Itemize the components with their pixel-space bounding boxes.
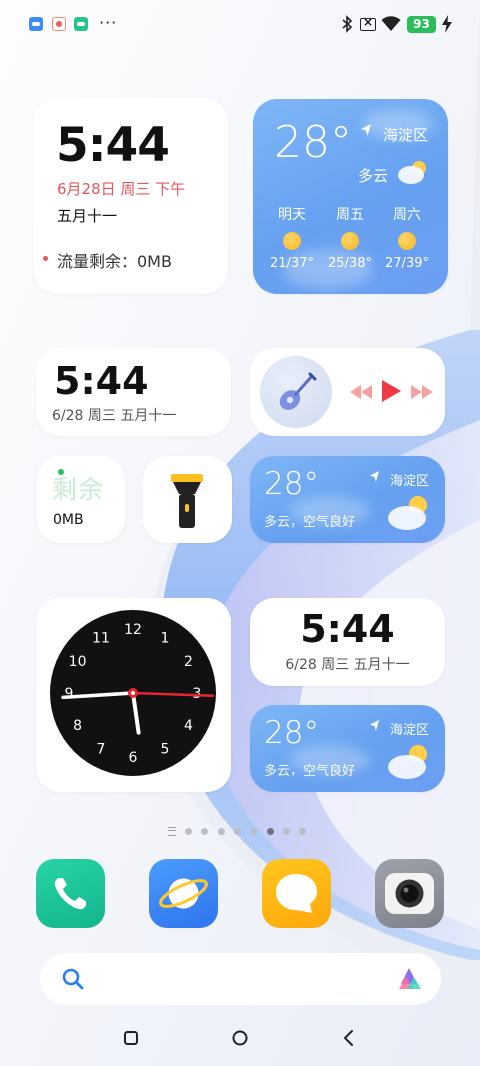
- clock-number: 11: [92, 631, 110, 647]
- clock-date: 6/28 周三 五月十一: [285, 657, 410, 673]
- location-arrow-icon: [361, 124, 371, 136]
- clock-number: 4: [184, 718, 193, 734]
- back-button[interactable]: [339, 1028, 359, 1048]
- weather-widget-small[interactable]: 28° 海淀区 多云，空气良好: [250, 456, 445, 543]
- play-icon[interactable]: [381, 380, 401, 402]
- more-notifications-icon: ···: [99, 13, 118, 32]
- sun-icon: [341, 232, 359, 250]
- weather-condition: 多云: [358, 167, 389, 185]
- page-list-icon[interactable]: [168, 827, 176, 836]
- weather-condition: 多云，空气良好: [264, 515, 356, 530]
- weather-temperature: 28°: [264, 466, 319, 502]
- clock-date: 6月28日 周三 下午: [57, 180, 186, 198]
- page-dot[interactable]: [266, 828, 274, 835]
- flashlight-icon: [171, 474, 203, 528]
- baidu-app-icon: [29, 17, 43, 31]
- next-track-icon[interactable]: [411, 385, 433, 399]
- page-dot[interactable]: [250, 828, 258, 835]
- partly-cloudy-icon: [398, 161, 426, 184]
- page-dot[interactable]: [201, 828, 209, 835]
- weather-location: 海淀区: [389, 474, 429, 489]
- page-indicator[interactable]: [168, 827, 318, 837]
- weather-widget-large[interactable]: 28° 海淀区 多云 明天 21/37° 周五 25/38° 周六 27/39°: [253, 99, 448, 294]
- music-widget[interactable]: [250, 348, 445, 436]
- clock-time: 5:44: [54, 359, 149, 403]
- data-remaining-value: 0MB: [53, 512, 84, 528]
- search-icon: [62, 968, 84, 990]
- bilibili-app-icon: [74, 17, 88, 31]
- page-dot[interactable]: [185, 828, 192, 835]
- data-usage-widget[interactable]: 剩余 0MB: [36, 456, 125, 543]
- weather-location: 海淀区: [382, 126, 428, 144]
- forecast-day-2: 周五 25/38°: [328, 207, 372, 271]
- clock-number: 8: [73, 718, 82, 734]
- clock-number: 10: [69, 654, 87, 670]
- flashlight-widget[interactable]: [143, 456, 232, 543]
- bluetooth-icon: [342, 15, 353, 33]
- partly-cloudy-icon: [388, 745, 427, 779]
- location-arrow-icon: [369, 471, 380, 482]
- sun-icon: [283, 232, 301, 250]
- location-arrow-icon: [369, 720, 380, 731]
- weibo-app-icon: [52, 17, 66, 31]
- weather-location: 海淀区: [389, 723, 429, 738]
- analog-clock-face: 121234567891011: [50, 610, 216, 776]
- analog-clock-widget[interactable]: 121234567891011: [36, 598, 231, 792]
- forecast-day-3: 周六 27/39°: [385, 207, 429, 271]
- recent-apps-button[interactable]: [121, 1028, 141, 1048]
- clock-widget-medium[interactable]: 5:44 6/28 周三 五月十一: [36, 348, 231, 436]
- wifi-icon: [381, 16, 401, 31]
- clock-date: 6/28 周三 五月十一: [52, 408, 177, 424]
- clock-number: 12: [124, 622, 142, 638]
- status-bar: ··· 93: [0, 0, 480, 50]
- clock-number: 1: [161, 631, 170, 647]
- guitar-icon: [279, 372, 317, 410]
- clock-time: 5:44: [56, 118, 170, 173]
- search-bar[interactable]: [40, 953, 441, 1005]
- sun-icon: [398, 232, 416, 250]
- weather-condition: 多云，空气良好: [264, 764, 356, 779]
- page-dot[interactable]: [282, 828, 290, 835]
- previous-track-icon[interactable]: [350, 385, 372, 399]
- clock-number: 2: [184, 654, 193, 670]
- clock-number: 5: [161, 741, 170, 757]
- data-usage-dot: [43, 256, 48, 261]
- page-dot[interactable]: [217, 828, 225, 835]
- clock-number: 9: [65, 686, 74, 702]
- album-art[interactable]: [260, 356, 332, 428]
- mute-icon: [360, 15, 376, 31]
- clock-time: 5:44: [300, 607, 395, 651]
- clock-widget-large[interactable]: 5:44 6月28日 周三 下午 五月十一 流量剩余：0MB: [33, 98, 228, 294]
- weather-temperature: 28°: [264, 715, 319, 751]
- camera-app-icon[interactable]: [375, 859, 444, 928]
- battery-icon: 93: [407, 16, 436, 33]
- clock-number: 7: [97, 741, 106, 757]
- clock-lunar-date: 五月十一: [57, 207, 118, 225]
- home-button[interactable]: [230, 1028, 250, 1048]
- search-input[interactable]: [98, 967, 378, 991]
- weather-widget-small-2[interactable]: 28° 海淀区 多云，空气良好: [250, 705, 445, 792]
- browser-app-icon[interactable]: [149, 859, 218, 928]
- navigation-bar: [0, 1008, 480, 1066]
- messages-app-icon[interactable]: [262, 859, 331, 928]
- clock-number: 6: [129, 750, 138, 766]
- ai-assistant-icon[interactable]: [395, 965, 423, 993]
- charging-icon: [442, 15, 452, 33]
- phone-app-icon[interactable]: [36, 859, 105, 928]
- page-dot[interactable]: [299, 828, 307, 835]
- partly-cloudy-icon: [388, 496, 427, 530]
- data-usage-text: 流量剩余：0MB: [57, 252, 172, 271]
- weather-temperature: 28°: [274, 117, 352, 168]
- page-dot[interactable]: [233, 828, 241, 835]
- forecast-day-1: 明天 21/37°: [270, 207, 314, 271]
- clock-widget-small[interactable]: 5:44 6/28 周三 五月十一: [250, 598, 445, 686]
- data-remaining-title: 剩余: [52, 475, 105, 504]
